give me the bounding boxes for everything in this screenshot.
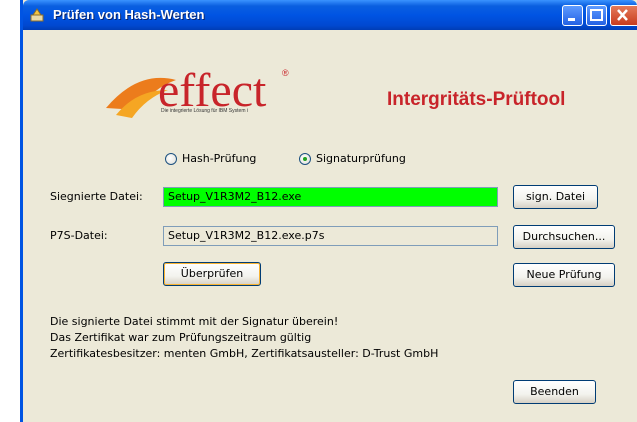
radio-hash-check[interactable]: Hash-Prüfung (165, 152, 256, 165)
window-title: Prüfen von Hash-Werten (53, 7, 205, 22)
app-icon (30, 8, 44, 22)
radio-off-icon (165, 152, 177, 165)
app-window: Prüfen von Hash-Werten effect ® Die inte… (20, 0, 637, 422)
radio-on-icon (299, 152, 311, 165)
sign-file-button[interactable]: sign. Datei (513, 185, 598, 209)
radio-hash-label: Hash-Prüfung (182, 152, 257, 165)
signed-file-label: Siegnierte Datei: (50, 190, 143, 203)
p7s-file-field[interactable]: Setup_V1R3M2_B12.exe.p7s (163, 226, 498, 246)
p7s-file-label: P7S-Datei: (50, 229, 108, 242)
maximize-icon (590, 9, 603, 21)
minimize-button[interactable] (562, 5, 583, 26)
minimize-icon (568, 18, 575, 21)
close-icon (617, 9, 628, 21)
close-button[interactable] (610, 5, 637, 26)
result-message-1: Die signierte Datei stimmt mit der Signa… (50, 315, 339, 328)
svg-text:®: ® (282, 68, 289, 78)
title-bar[interactable]: Prüfen von Hash-Werten (23, 0, 637, 30)
browse-button[interactable]: Durchsuchen... (513, 225, 615, 249)
result-message-3: Zertifikatesbesitzer: menten GmbH, Zerti… (50, 347, 439, 360)
radio-signature-check[interactable]: Signaturprüfung (299, 152, 406, 165)
quit-button[interactable]: Beenden (513, 380, 596, 404)
verify-button[interactable]: Überprüfen (163, 262, 261, 286)
new-check-button[interactable]: Neue Prüfung (513, 263, 615, 287)
tool-title: Intergritäts-Prüftool (387, 89, 566, 110)
result-message-2: Das Zertifikat war zum Prüfungszeitraum … (50, 331, 312, 344)
logo-tagline: Die integrierte Lösung für IBM System i (161, 108, 248, 114)
maximize-button[interactable] (586, 5, 607, 26)
radio-signature-label: Signaturprüfung (316, 152, 406, 165)
signed-file-field[interactable]: Setup_V1R3M2_B12.exe (163, 187, 498, 207)
